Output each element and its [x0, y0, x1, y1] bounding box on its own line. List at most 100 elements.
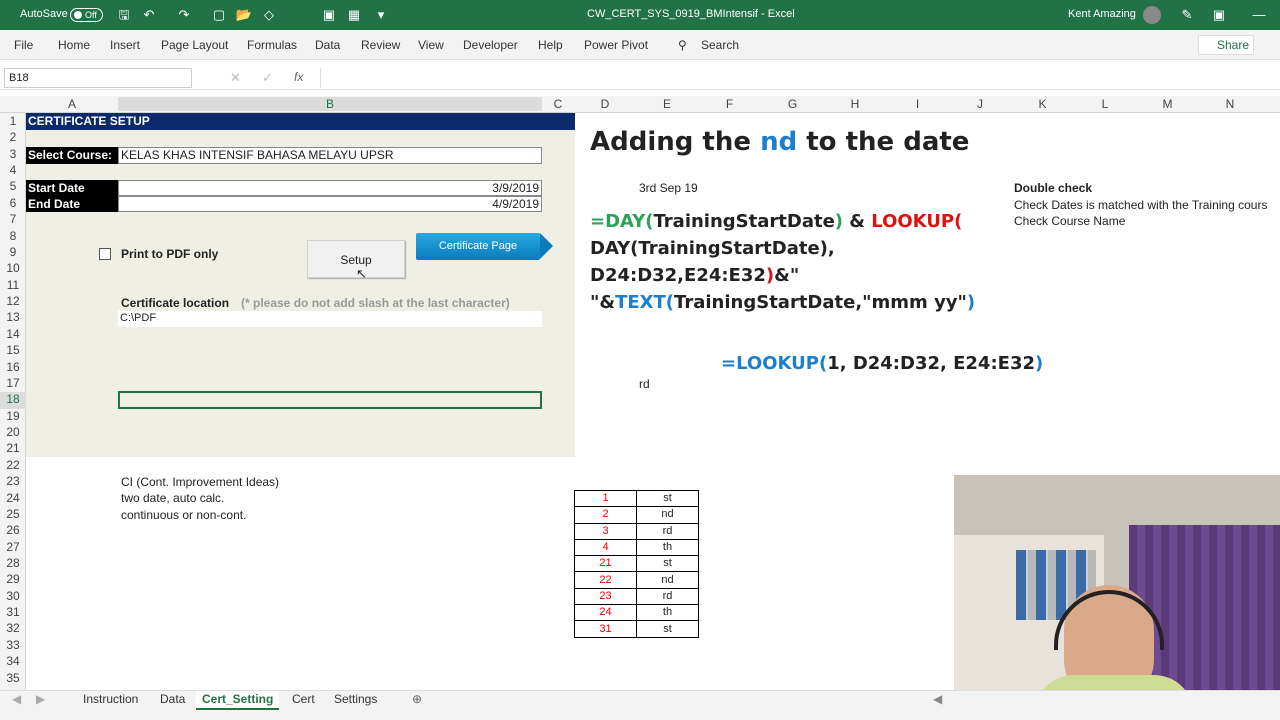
shapes-icon[interactable]: ◇: [260, 6, 278, 24]
formula-input[interactable]: [320, 68, 1275, 88]
day-number-cell[interactable]: 24: [574, 604, 637, 622]
select-course-field[interactable]: KELAS KHAS INTENSIF BAHASA MELAYU UPSR: [118, 147, 542, 164]
row-header[interactable]: 1: [0, 114, 26, 130]
tab-insert[interactable]: Insert: [110, 38, 140, 52]
text-icon[interactable]: ▢: [210, 6, 228, 24]
column-header[interactable]: F: [698, 97, 761, 111]
row-header[interactable]: 10: [0, 261, 26, 277]
row-header[interactable]: 5: [0, 179, 26, 195]
row-header[interactable]: 26: [0, 523, 26, 539]
column-header[interactable]: M: [1136, 97, 1199, 111]
column-header[interactable]: N: [1199, 97, 1261, 111]
row-header[interactable]: 17: [0, 376, 26, 392]
column-header[interactable]: J: [949, 97, 1011, 111]
tab-help[interactable]: Help: [538, 38, 563, 52]
print-pdf-checkbox[interactable]: [99, 248, 111, 260]
screenshot-icon[interactable]: ▣: [320, 6, 338, 24]
suffix-cell[interactable]: rd: [636, 587, 699, 606]
row-header[interactable]: 19: [0, 409, 26, 425]
column-header[interactable]: H: [824, 97, 886, 111]
tab-review[interactable]: Review: [361, 38, 400, 52]
row-header[interactable]: 16: [0, 360, 26, 376]
row-header[interactable]: 32: [0, 621, 26, 637]
row-header[interactable]: 11: [0, 278, 26, 294]
open-icon[interactable]: 📂: [235, 6, 253, 24]
row-header[interactable]: 13: [0, 310, 26, 326]
selected-cell-b18[interactable]: [118, 391, 542, 409]
row-header[interactable]: 14: [0, 327, 26, 343]
ribbon-display-icon[interactable]: ▣: [1210, 6, 1228, 24]
sheet-tab[interactable]: Cert: [292, 692, 315, 706]
column-header[interactable]: L: [1074, 97, 1136, 111]
column-header[interactable]: D: [574, 97, 636, 111]
row-header[interactable]: 7: [0, 212, 26, 228]
cert-location-field[interactable]: C:\PDF: [118, 311, 542, 327]
suffix-cell[interactable]: st: [636, 489, 699, 508]
day-number-cell[interactable]: 31: [574, 620, 637, 638]
tab-page-layout[interactable]: Page Layout: [161, 38, 228, 52]
row-header[interactable]: 20: [0, 425, 26, 441]
row-header[interactable]: 2: [0, 130, 26, 146]
day-number-cell[interactable]: 21: [574, 555, 637, 573]
prev-sheet-icon[interactable]: ◀: [12, 692, 21, 706]
row-header[interactable]: 9: [0, 245, 26, 261]
tab-data[interactable]: Data: [315, 38, 340, 52]
insert-function-icon[interactable]: fx: [294, 70, 303, 84]
add-sheet-icon[interactable]: ⊕: [412, 692, 422, 706]
row-header[interactable]: 27: [0, 540, 26, 556]
certificate-page-button[interactable]: Certificate Page: [416, 233, 540, 260]
column-header[interactable]: E: [636, 97, 698, 111]
row-header[interactable]: 4: [0, 163, 26, 179]
redo-icon[interactable]: ↷: [175, 6, 193, 24]
cancel-icon[interactable]: ✕: [230, 70, 241, 86]
row-header[interactable]: 23: [0, 474, 26, 490]
autosave-toggle[interactable]: Off: [70, 8, 103, 22]
camera-icon[interactable]: ▦: [345, 6, 363, 24]
row-header[interactable]: 3: [0, 147, 26, 163]
row-header[interactable]: 22: [0, 458, 26, 474]
column-header[interactable]: C: [542, 97, 574, 111]
row-header[interactable]: 33: [0, 638, 26, 654]
day-number-cell[interactable]: 1: [574, 489, 637, 508]
name-box[interactable]: B18: [4, 68, 192, 88]
column-header[interactable]: B: [118, 97, 542, 111]
search-icon[interactable]: ⚲: [678, 38, 687, 52]
suffix-cell[interactable]: st: [636, 620, 699, 638]
column-header[interactable]: I: [886, 97, 949, 111]
row-header[interactable]: 34: [0, 654, 26, 670]
day-number-cell[interactable]: 22: [574, 571, 637, 589]
search-box[interactable]: Search: [701, 38, 739, 52]
row-header[interactable]: 29: [0, 572, 26, 588]
column-header[interactable]: G: [761, 97, 824, 111]
end-date-field[interactable]: 4/9/2019: [118, 196, 542, 212]
enter-icon[interactable]: ✓: [262, 70, 273, 86]
tab-developer[interactable]: Developer: [463, 38, 518, 52]
minimize-icon[interactable]: —: [1250, 6, 1268, 24]
sheet-tab[interactable]: Data: [160, 692, 185, 706]
column-header[interactable]: K: [1011, 97, 1074, 111]
day-number-cell[interactable]: 2: [574, 506, 637, 524]
row-header[interactable]: 31: [0, 605, 26, 621]
suffix-cell[interactable]: rd: [636, 522, 699, 540]
tab-home[interactable]: Home: [58, 38, 90, 52]
row-header[interactable]: 6: [0, 196, 26, 212]
day-number-cell[interactable]: 3: [574, 522, 637, 540]
sheet-tab-active[interactable]: Cert_Setting: [196, 691, 280, 710]
row-header[interactable]: 30: [0, 589, 26, 605]
row-header[interactable]: 24: [0, 491, 26, 507]
row-header[interactable]: 28: [0, 556, 26, 572]
tab-power-pivot[interactable]: Power Pivot: [584, 38, 648, 52]
row-header[interactable]: 18: [0, 392, 26, 409]
share-button[interactable]: Share: [1198, 35, 1254, 55]
tab-view[interactable]: View: [418, 38, 444, 52]
tab-formulas[interactable]: Formulas: [247, 38, 297, 52]
row-header[interactable]: 25: [0, 507, 26, 523]
suffix-cell[interactable]: nd: [636, 506, 699, 524]
suffix-cell[interactable]: st: [636, 555, 699, 573]
day-number-cell[interactable]: 23: [574, 587, 637, 606]
column-header[interactable]: A: [26, 97, 118, 111]
suffix-cell[interactable]: th: [636, 604, 699, 622]
save-icon[interactable]: 🖫: [115, 6, 133, 24]
hscroll-left-icon[interactable]: ◀: [933, 692, 942, 706]
user-name[interactable]: Kent Amazing: [1068, 8, 1136, 20]
